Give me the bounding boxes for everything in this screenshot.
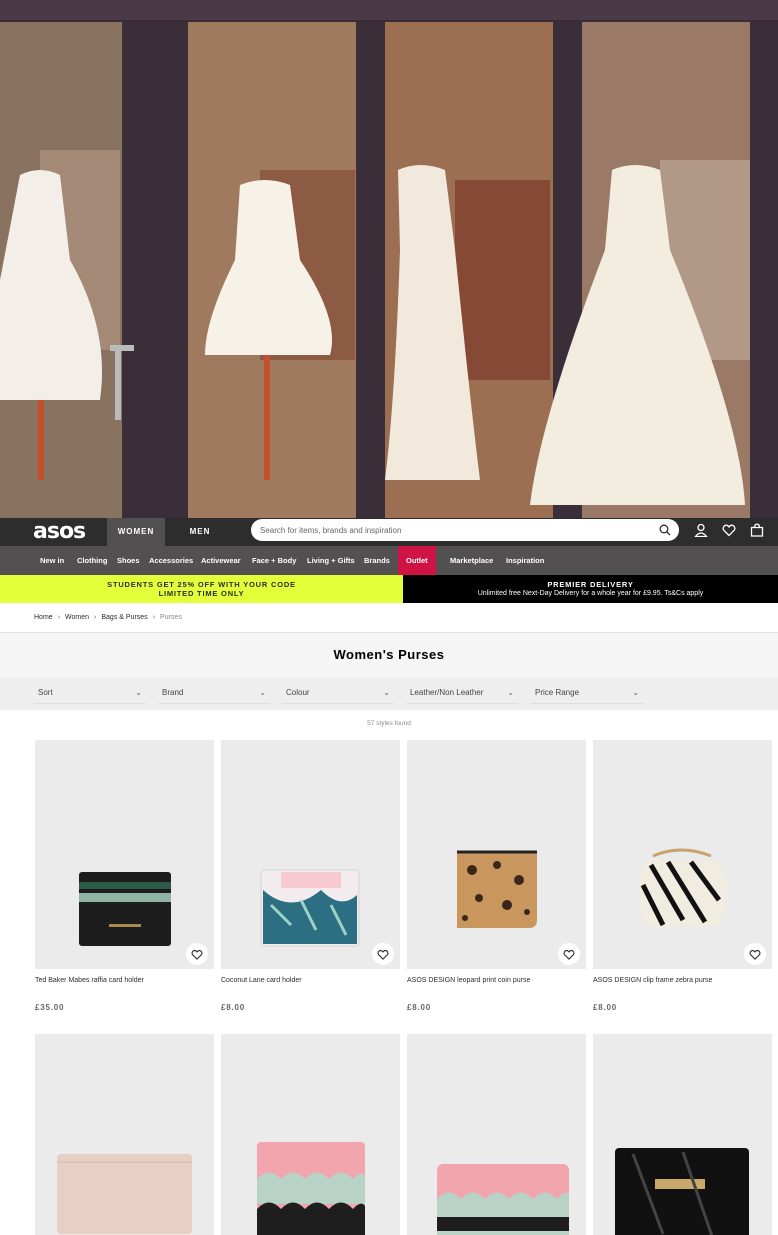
heart-icon xyxy=(563,949,575,960)
breadcrumb: Home › Women › Bags & Purses › Purses xyxy=(34,612,182,624)
filter-brand[interactable]: Brand ⌄ xyxy=(158,682,270,704)
product-image[interactable] xyxy=(221,740,400,969)
filter-label: Sort xyxy=(38,688,53,697)
heart-icon xyxy=(377,949,389,960)
premier-delivery-banner[interactable]: PREMIER DELIVERY Unlimited free Next-Day… xyxy=(403,575,778,603)
breadcrumb-separator: › xyxy=(57,614,61,621)
filter-label: Colour xyxy=(286,688,310,697)
student-promo-line2: LIMITED TIME ONLY xyxy=(158,589,245,598)
product-name[interactable]: ASOS DESIGN clip frame zebra purse xyxy=(593,976,772,986)
product-image[interactable] xyxy=(407,740,586,969)
save-for-later-button[interactable] xyxy=(372,943,394,965)
product-image[interactable] xyxy=(407,1034,586,1235)
nav-item-clothing[interactable]: Clothing xyxy=(77,546,107,575)
chevron-down-icon: ⌄ xyxy=(507,688,514,697)
premier-delivery-text: Unlimited free Next-Day Delivery for a w… xyxy=(477,590,704,597)
bag-icon[interactable] xyxy=(750,523,764,537)
nav-item-face-body[interactable]: Face + Body xyxy=(252,546,296,575)
chevron-down-icon: ⌄ xyxy=(632,688,639,697)
save-for-later-button[interactable] xyxy=(186,943,208,965)
nav-item-living-gifts[interactable]: Living + Gifts xyxy=(307,546,355,575)
nav-item-inspiration[interactable]: Inspiration xyxy=(506,546,544,575)
nav-item-shoes[interactable]: Shoes xyxy=(117,546,140,575)
nav-item-activewear[interactable]: Activewear xyxy=(201,546,241,575)
hero-banner-image xyxy=(0,0,778,518)
category-nav: New in Clothing Shoes Accessories Active… xyxy=(0,546,778,575)
product-image[interactable] xyxy=(593,1034,772,1235)
product-name[interactable]: ASOS DESIGN leopard print coin purse xyxy=(407,976,586,986)
product-image[interactable] xyxy=(593,740,772,969)
breadcrumb-bags-purses[interactable]: Bags & Purses xyxy=(101,612,147,624)
chevron-down-icon: ⌄ xyxy=(259,688,266,697)
breadcrumb-separator: › xyxy=(94,614,97,621)
filter-bar: Sort ⌄ Brand ⌄ Colour ⌄ Leather/Non Leather… xyxy=(0,677,778,710)
tab-men[interactable]: MEN xyxy=(171,518,229,546)
product-image[interactable] xyxy=(221,1034,400,1235)
filter-price-range[interactable]: Price Range ⌄ xyxy=(531,682,643,704)
nav-item-accessories[interactable]: Accessories xyxy=(149,546,193,575)
nav-item-outlet[interactable]: Outlet xyxy=(398,546,436,575)
filter-sort[interactable]: Sort ⌄ xyxy=(34,682,146,704)
account-icon[interactable] xyxy=(694,523,708,537)
heart-icon xyxy=(191,949,203,960)
product-name[interactable]: Coconut Lane card holder xyxy=(221,976,400,986)
filter-label: Leather/Non Leather xyxy=(410,688,484,697)
breadcrumb-women[interactable]: Women xyxy=(65,612,89,624)
search-icon[interactable] xyxy=(659,524,671,536)
chevron-down-icon: ⌄ xyxy=(135,688,142,697)
product-image[interactable] xyxy=(35,740,214,969)
premier-delivery-title: PREMIER DELIVERY xyxy=(547,580,634,589)
save-for-later-button[interactable] xyxy=(744,943,766,965)
breadcrumb-current: Purses xyxy=(160,614,182,621)
filter-colour[interactable]: Colour ⌄ xyxy=(282,682,394,704)
styles-found-count: 57 styles found xyxy=(367,720,411,727)
student-promo-banner[interactable]: STUDENTS GET 25% OFF WITH YOUR CODE LIMI… xyxy=(0,575,403,603)
tab-women[interactable]: WOMEN xyxy=(107,518,165,546)
nav-item-marketplace[interactable]: Marketplace xyxy=(450,546,493,575)
asos-logo[interactable]: asos xyxy=(33,519,86,545)
nav-item-new-in[interactable]: New in xyxy=(40,546,64,575)
search-bar xyxy=(251,519,679,541)
product-price: £8.00 xyxy=(221,1003,246,1012)
search-input[interactable] xyxy=(260,523,650,537)
filter-label: Price Range xyxy=(535,688,580,697)
product-price: £8.00 xyxy=(407,1003,432,1012)
student-promo-line1: STUDENTS GET 25% OFF WITH YOUR CODE xyxy=(107,580,296,589)
product-name[interactable]: Ted Baker Mabes raffia card holder xyxy=(35,976,214,986)
product-image[interactable] xyxy=(35,1034,214,1235)
nav-item-brands[interactable]: Brands xyxy=(364,546,390,575)
breadcrumb-separator: › xyxy=(152,614,156,621)
wishlist-icon[interactable] xyxy=(722,523,736,537)
save-for-later-button[interactable] xyxy=(558,943,580,965)
product-price: £8.00 xyxy=(593,1003,618,1012)
breadcrumb-home[interactable]: Home xyxy=(34,612,53,624)
page-title: Women's Purses xyxy=(333,647,445,662)
page-title-bar: Women's Purses xyxy=(0,632,778,677)
heart-icon xyxy=(749,949,761,960)
filter-leather[interactable]: Leather/Non Leather ⌄ xyxy=(406,682,518,704)
filter-label: Brand xyxy=(162,688,184,697)
chevron-down-icon: ⌄ xyxy=(383,688,390,697)
product-price: £35.00 xyxy=(35,1003,65,1012)
